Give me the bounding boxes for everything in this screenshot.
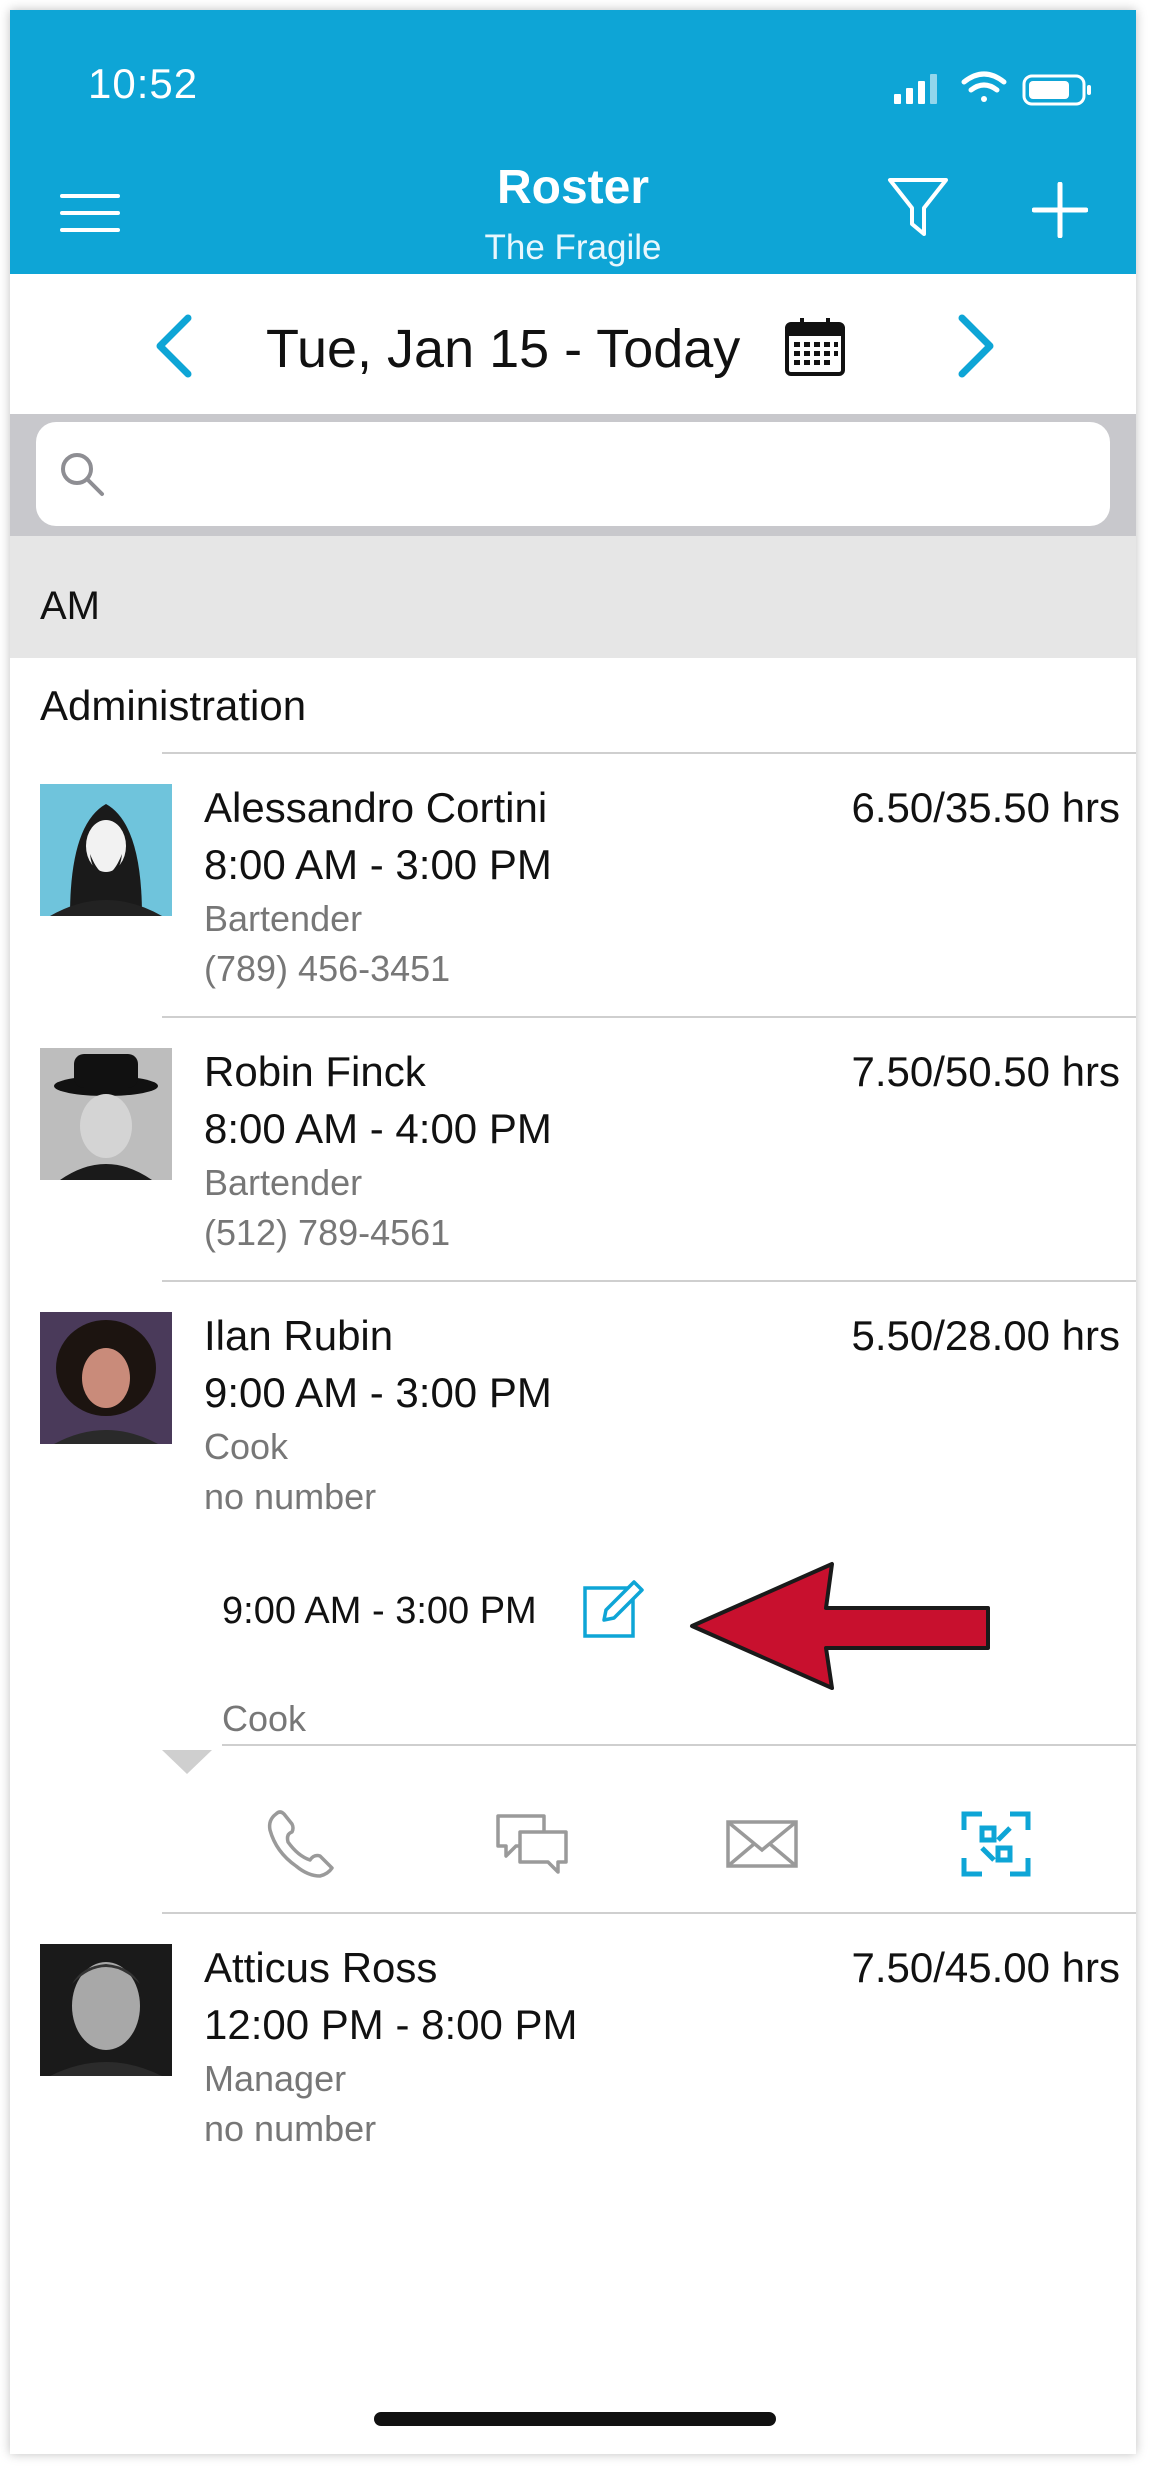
chat-icon[interactable] [492,1806,572,1882]
employee-role: Bartender [204,898,363,939]
employee-phone: no number [204,2108,377,2149]
date-label: Tue, Jan 15 - Today [266,319,741,379]
employee-name: Alessandro Cortini [204,784,548,831]
date-navigation: Tue, Jan 15 - Today [10,274,1136,414]
section-label: AM [40,584,100,628]
shift-time: 9:00 AM - 3:00 PM [204,1369,552,1416]
section-header-am: AM [10,536,1136,658]
phone-icon[interactable] [262,1806,342,1882]
status-time: 10:52 [88,60,199,107]
employee-row[interactable]: Robin Finck 8:00 AM - 4:00 PM Bartender … [10,1018,1136,1280]
pointer-arrow-icon [690,1562,990,1690]
avatar [40,784,172,916]
employee-row[interactable]: Alessandro Cortini 8:00 AM - 3:00 PM Bar… [10,754,1136,1016]
employee-phone: (789) 456-3451 [204,948,451,989]
divider [222,1744,1136,1746]
shift-time: 8:00 AM - 4:00 PM [204,1105,552,1152]
shift-time: 12:00 PM - 8:00 PM [204,2001,578,2048]
employee-name: Robin Finck [204,1048,426,1095]
employee-name: Ilan Rubin [204,1312,394,1359]
employee-row[interactable]: Ilan Rubin 9:00 AM - 3:00 PM Cook no num… [10,1282,1136,1544]
qr-scan-icon[interactable] [956,1806,1036,1882]
expanded-caret-icon [162,1750,212,1774]
employee-phone: (512) 789-4561 [204,1212,451,1253]
calendar-icon[interactable] [784,316,846,378]
search-icon [61,453,104,496]
status-icons [894,71,1091,106]
employee-role: Bartender [204,1162,363,1203]
wifi-icon [961,71,1007,102]
avatar [40,1048,172,1180]
search-bar [10,414,1136,536]
cellular-signal-icon [894,74,937,104]
shift-detail-role: Cook [222,1698,307,1739]
edit-icon[interactable] [582,1578,644,1640]
filter-icon[interactable] [886,174,950,242]
battery-icon [1022,74,1091,106]
employee-phone: no number [204,1476,377,1517]
page-subtitle: The Fragile [484,228,662,267]
employee-hours: 6.50/35.50 hrs [851,784,1120,831]
mail-icon[interactable] [722,1806,802,1882]
employee-role: Manager [204,2058,347,2099]
plus-icon[interactable] [1032,182,1088,238]
app-screen: 10:52 Roster The Fragile Tue, Jan 15 - T… [10,10,1136,2454]
app-header: 10:52 Roster The Fragile [10,10,1136,274]
employee-hours: 5.50/28.00 hrs [851,1312,1120,1359]
chevron-right-icon[interactable] [954,314,998,378]
chevron-left-icon[interactable] [152,314,196,378]
employee-hours: 7.50/50.50 hrs [851,1048,1120,1095]
employee-hours: 7.50/45.00 hrs [851,1944,1120,1991]
shift-detail-time: 9:00 AM - 3:00 PM [222,1590,537,1632]
employee-row[interactable]: Atticus Ross 12:00 PM - 8:00 PM Manager … [10,1914,1136,2176]
page-title: Roster [496,161,650,214]
shift-time: 8:00 AM - 3:00 PM [204,841,552,888]
home-indicator [374,2412,776,2426]
avatar [40,1944,172,2076]
employee-role: Cook [204,1426,289,1467]
search-input[interactable] [116,440,1090,508]
search-box [36,422,1110,526]
avatar [40,1312,172,1444]
group-label: Administration [40,682,307,729]
employee-name: Atticus Ross [204,1944,438,1991]
